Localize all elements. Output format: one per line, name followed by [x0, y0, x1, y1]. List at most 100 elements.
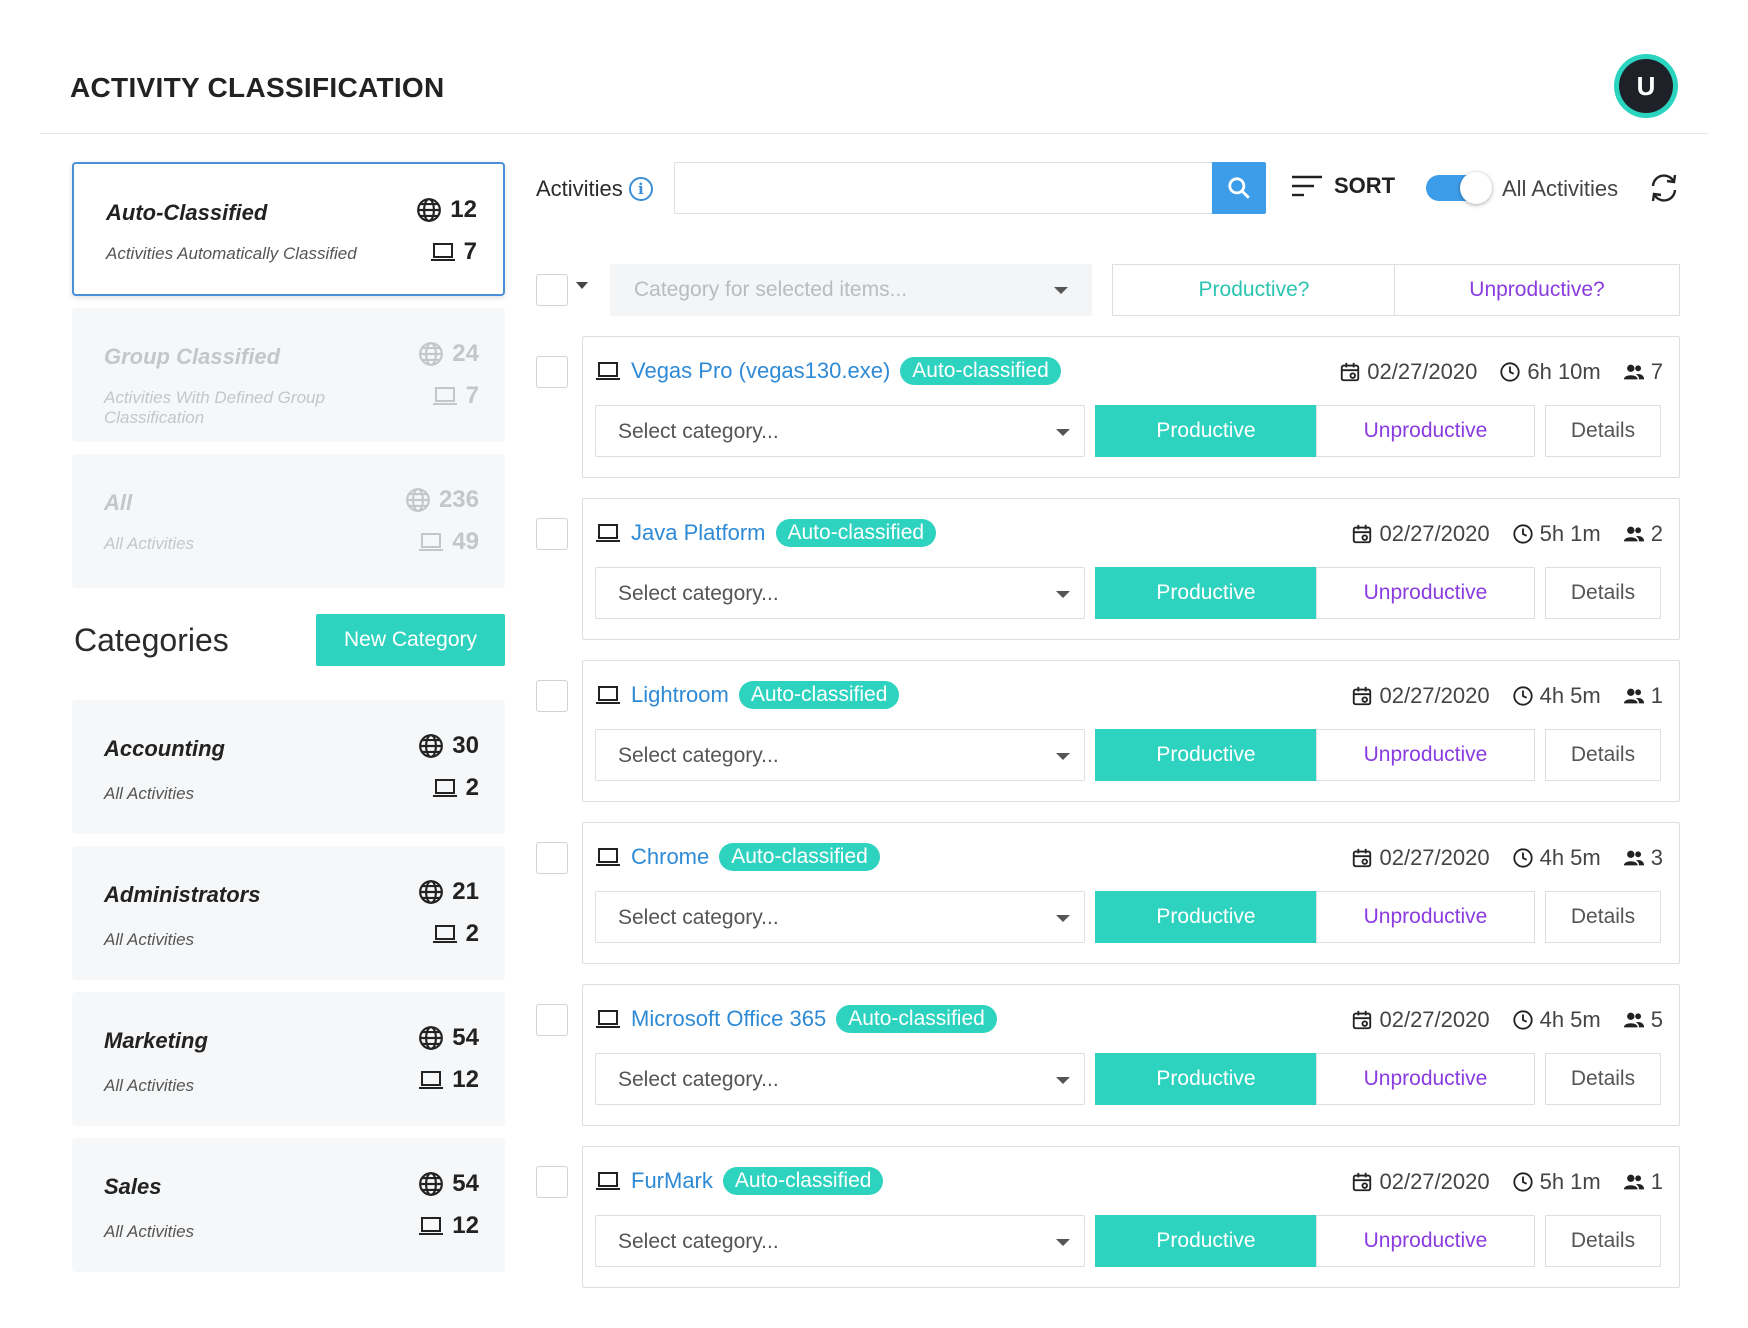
details-button[interactable]: Details: [1545, 567, 1661, 619]
select-menu-caret[interactable]: [576, 282, 588, 289]
web-count: 12: [416, 196, 477, 224]
refresh-icon: [1651, 174, 1677, 202]
bulk-unproductive-button[interactable]: Unproductive?: [1394, 264, 1680, 316]
auto-classified-badge: Auto-classified: [738, 681, 900, 709]
productive-button[interactable]: Productive: [1095, 1215, 1317, 1267]
productive-button[interactable]: Productive: [1095, 405, 1317, 457]
activity-header: Java Platform Auto-classified: [595, 517, 937, 549]
activity-checkbox[interactable]: [536, 680, 568, 712]
classification-list: Auto-Classified Activities Automatically…: [72, 162, 505, 588]
bulk-productive-button[interactable]: Productive?: [1112, 264, 1395, 316]
bulk-category-select[interactable]: Category for selected items...: [610, 264, 1092, 316]
users-icon: [1623, 364, 1644, 380]
productive-button[interactable]: Productive: [1095, 567, 1317, 619]
activity-name[interactable]: Lightroom: [631, 682, 729, 708]
activity-users: 7: [1650, 359, 1663, 384]
productive-button[interactable]: Productive: [1095, 729, 1317, 781]
details-button[interactable]: Details: [1545, 891, 1661, 943]
activity-meta: 02/27/2020 4h 5m 5: [1351, 1007, 1663, 1033]
select-all-checkbox[interactable]: [536, 274, 568, 306]
activity-checkbox[interactable]: [536, 1004, 568, 1036]
details-button[interactable]: Details: [1545, 1215, 1661, 1267]
laptop-icon-wrap: [595, 684, 621, 706]
laptop-icon-wrap: [595, 360, 621, 382]
activities-panel: Activities i SORT All Activities Categor…: [534, 162, 1680, 1308]
activity-name[interactable]: Microsoft Office 365: [631, 1006, 826, 1032]
app-count-value: 7: [463, 238, 477, 265]
activities-toolbar: Activities i SORT All Activities: [534, 162, 1680, 214]
productive-button[interactable]: Productive: [1095, 1053, 1317, 1105]
category-select[interactable]: Select category...: [595, 567, 1085, 619]
classification-card[interactable]: Auto-Classified Activities Automatically…: [72, 162, 505, 296]
activity-meta: 02/27/2020 6h 10m 7: [1339, 359, 1663, 385]
unproductive-button[interactable]: Unproductive: [1316, 567, 1535, 619]
category-card[interactable]: Marketing All Activities 54 12: [72, 992, 505, 1126]
category-card[interactable]: Sales All Activities 54 12: [72, 1138, 505, 1272]
activity-users: 1: [1650, 683, 1663, 708]
classification-subtitle: All Activities: [104, 534, 195, 553]
category-select[interactable]: Select category...: [595, 729, 1085, 781]
laptop-icon: [430, 243, 455, 261]
unproductive-button[interactable]: Unproductive: [1316, 405, 1535, 457]
app-count-value: 12: [452, 1212, 479, 1239]
category-select[interactable]: Select category...: [595, 1215, 1085, 1267]
classification-card[interactable]: Group Classified Activities With Defined…: [72, 308, 505, 442]
activity-duration: 4h 5m: [1539, 1007, 1601, 1032]
unproductive-button[interactable]: Unproductive: [1316, 1215, 1535, 1267]
refresh-button[interactable]: [1646, 170, 1682, 206]
classification-title: All: [104, 490, 133, 515]
laptop-icon: [419, 533, 444, 551]
activity-name[interactable]: Java Platform: [631, 520, 766, 546]
category-subtitle: All Activities: [104, 1076, 195, 1095]
new-category-button[interactable]: New Category: [316, 614, 505, 666]
activity-name[interactable]: Chrome: [631, 844, 709, 870]
activity-name[interactable]: FurMark: [631, 1168, 713, 1194]
activity-checkbox[interactable]: [536, 356, 568, 388]
auto-classified-badge: Auto-classified: [900, 357, 1061, 385]
laptop-icon: [596, 362, 620, 380]
details-button[interactable]: Details: [1545, 405, 1661, 457]
category-card[interactable]: Accounting All Activities 30 2: [72, 700, 505, 834]
category-title: Marketing: [104, 1028, 208, 1053]
category-subtitle: All Activities: [104, 1222, 195, 1241]
activity-checkbox[interactable]: [536, 842, 568, 874]
web-count-value: 24: [452, 340, 479, 367]
auto-classified-badge: Auto-classified: [722, 1167, 884, 1195]
activity-checkbox[interactable]: [536, 518, 568, 550]
activity-users: 2: [1650, 521, 1663, 546]
app-count: 12: [418, 1212, 479, 1240]
app-count-value: 49: [452, 528, 479, 555]
category-select[interactable]: Select category...: [595, 405, 1085, 457]
search-input[interactable]: [674, 162, 1214, 214]
category-select[interactable]: Select category...: [595, 1053, 1085, 1105]
laptop-icon: [419, 1071, 444, 1089]
category-select[interactable]: Select category...: [595, 891, 1085, 943]
category-select-placeholder: Select category...: [618, 582, 779, 605]
sort-button[interactable]: SORT: [1290, 172, 1395, 200]
activity-date: 02/27/2020: [1379, 521, 1490, 546]
activity-name[interactable]: Vegas Pro (vegas130.exe): [631, 358, 890, 384]
classification-card[interactable]: All All Activities 236 49: [72, 454, 505, 588]
unproductive-button[interactable]: Unproductive: [1316, 1053, 1535, 1105]
search-button[interactable]: [1212, 162, 1266, 214]
web-count: 24: [418, 340, 479, 368]
activity-row: Microsoft Office 365 Auto-classified 02/…: [534, 984, 1680, 1146]
users-icon: [1623, 1174, 1644, 1190]
chevron-down-icon: [1054, 287, 1068, 294]
info-icon[interactable]: i: [628, 177, 653, 201]
laptop-icon: [432, 779, 457, 797]
calendar-icon: [1341, 362, 1360, 382]
category-title: Accounting: [104, 736, 225, 761]
activity-checkbox[interactable]: [536, 1166, 568, 1198]
category-card[interactable]: Administrators All Activities 21 2: [72, 846, 505, 980]
details-button[interactable]: Details: [1545, 729, 1661, 781]
toggle-label: All Activities: [1502, 176, 1619, 201]
details-button[interactable]: Details: [1545, 1053, 1661, 1105]
chevron-down-icon: [1056, 591, 1070, 598]
productive-button[interactable]: Productive: [1095, 891, 1317, 943]
unproductive-button[interactable]: Unproductive: [1316, 891, 1535, 943]
activity-meta: 02/27/2020 4h 5m 1: [1351, 683, 1663, 709]
avatar[interactable]: U: [1614, 54, 1678, 118]
all-activities-toggle[interactable]: [1426, 172, 1492, 204]
unproductive-button[interactable]: Unproductive: [1316, 729, 1535, 781]
